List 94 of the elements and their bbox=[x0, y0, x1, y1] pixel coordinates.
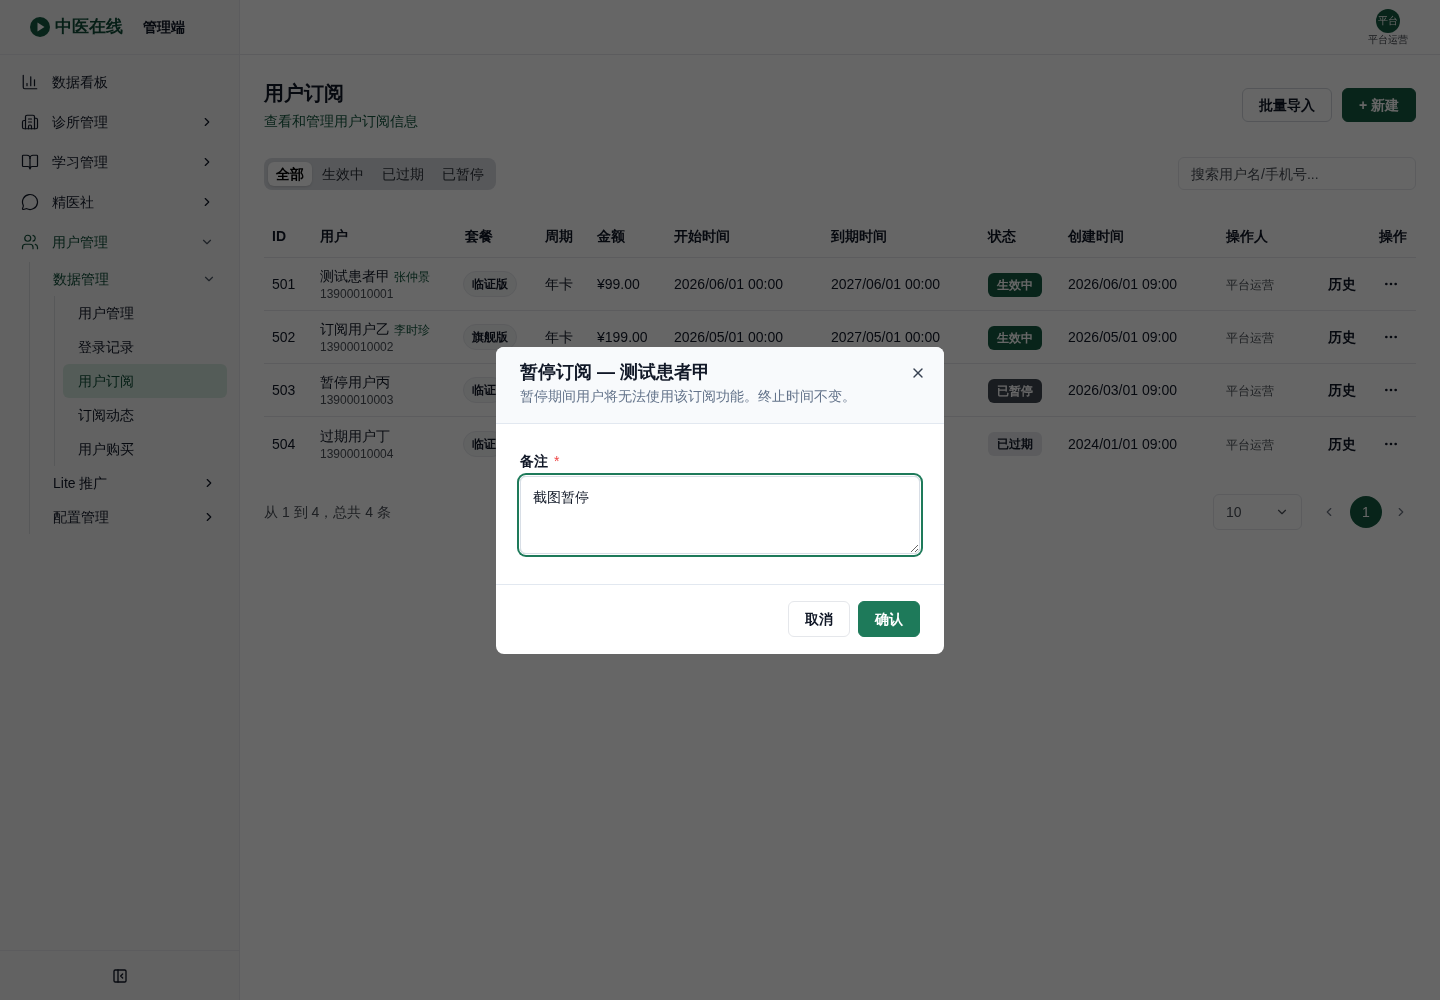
brand-tag: 管理端 bbox=[143, 17, 185, 37]
doctor-name: 李时珍 bbox=[394, 322, 430, 338]
confirm-button[interactable]: 确认 bbox=[858, 600, 920, 637]
brand-name: 中医在线 bbox=[55, 16, 123, 39]
table-cell: 年卡 bbox=[545, 329, 573, 345]
open-book-icon bbox=[21, 153, 39, 171]
phone-number: 13900010003 bbox=[320, 392, 394, 408]
pagination-summary: 从 1 到 4，总共 4 条 bbox=[264, 503, 391, 522]
panel-collapse-icon[interactable] bbox=[111, 967, 128, 984]
user-name: 暂停用户丙 bbox=[320, 373, 390, 392]
table-cell: 2027/06/01 00:00 bbox=[831, 276, 940, 292]
operator-name: 平台运营 bbox=[1226, 384, 1274, 398]
user-avatar[interactable]: 平台 bbox=[1376, 8, 1400, 33]
history-link[interactable]: 历史 bbox=[1328, 327, 1356, 347]
sidebar-item[interactable]: 用户管理 bbox=[63, 296, 227, 330]
page-title: 用户订阅 bbox=[264, 81, 345, 106]
sidebar-item[interactable]: 配置管理 bbox=[46, 500, 227, 534]
sidebar-item[interactable]: 用户购买 bbox=[63, 432, 227, 466]
column-header: 操作人 bbox=[1226, 227, 1268, 244]
sidebar-item[interactable]: 学习管理 bbox=[12, 142, 227, 182]
column-header: ID bbox=[272, 227, 286, 244]
column-header: 用户 bbox=[320, 227, 348, 244]
history-link[interactable]: 历史 bbox=[1328, 274, 1356, 294]
play-logo-icon bbox=[30, 17, 50, 37]
column-header: 套餐 bbox=[465, 227, 493, 244]
table-cell: 2026/03/01 09:00 bbox=[1068, 382, 1177, 398]
doctor-name: 张仲景 bbox=[394, 269, 430, 285]
status-badge: 已暂停 bbox=[988, 378, 1042, 403]
phone-number: 13900010004 bbox=[320, 445, 394, 462]
table-cell: 501 bbox=[272, 276, 296, 292]
sidebar-item[interactable]: 用户订阅 bbox=[63, 364, 227, 398]
sidebar-item[interactable]: 数据管理 bbox=[46, 262, 227, 296]
phone-number: 13900010002 bbox=[320, 339, 394, 355]
field-label: 备注 bbox=[520, 451, 548, 471]
sidebar-item[interactable]: 诊所管理 bbox=[12, 102, 227, 142]
status-badge: 已过期 bbox=[988, 432, 1042, 456]
users-icon bbox=[21, 233, 39, 251]
status-badge: 生效中 bbox=[988, 272, 1042, 297]
user-name: 订阅用户乙 bbox=[320, 320, 390, 339]
bar-chart-icon bbox=[21, 73, 39, 91]
history-link[interactable]: 历史 bbox=[1328, 433, 1356, 454]
table-cell: 年卡 bbox=[545, 276, 573, 292]
cancel-button[interactable]: 取消 bbox=[788, 600, 850, 637]
filter-tab[interactable]: 已过期 bbox=[374, 161, 432, 186]
table-cell: 2024/01/01 09:00 bbox=[1068, 435, 1177, 452]
operator-name: 平台运营 bbox=[1226, 437, 1274, 452]
dialog-description: 暂停期间用户将无法使用该订阅功能。终止时间不变。 bbox=[520, 386, 856, 406]
required-mark: * bbox=[554, 451, 560, 471]
chat-bubble-icon bbox=[21, 193, 39, 211]
sidebar-item[interactable]: Lite 推广 bbox=[46, 466, 227, 500]
table-cell: 504 bbox=[272, 435, 296, 452]
phone-number: 13900010001 bbox=[320, 286, 394, 302]
building-icon bbox=[21, 113, 39, 131]
status-badge: 生效中 bbox=[988, 325, 1042, 350]
user-name: 测试患者甲 bbox=[320, 267, 390, 286]
table-cell: 2026/05/01 00:00 bbox=[674, 329, 783, 345]
column-header: 状态 bbox=[988, 227, 1016, 244]
operator-name: 平台运营 bbox=[1226, 331, 1274, 345]
table-cell: 2026/05/01 09:00 bbox=[1068, 329, 1177, 345]
page-size-select[interactable]: 10 bbox=[1213, 494, 1302, 530]
table-cell: 2026/06/01 00:00 bbox=[674, 276, 783, 292]
table-cell: 502 bbox=[272, 329, 296, 345]
operator-name: 平台运营 bbox=[1226, 278, 1274, 292]
sidebar-item[interactable]: 精医社 bbox=[12, 182, 227, 222]
column-header: 周期 bbox=[545, 227, 573, 244]
column-header: 到期时间 bbox=[831, 227, 887, 244]
history-link[interactable]: 历史 bbox=[1328, 380, 1356, 400]
new-button[interactable]: + 新建 bbox=[1341, 88, 1416, 122]
sidebar-item[interactable]: 订阅动态 bbox=[63, 398, 227, 432]
table-cell: 503 bbox=[272, 382, 296, 398]
import-button[interactable]: 批量导入 bbox=[1241, 88, 1332, 122]
plan-badge: 旗舰版 bbox=[463, 324, 517, 350]
dialog-title: 暂停订阅 — 测试患者甲 bbox=[520, 360, 711, 384]
table-cell: ¥199.00 bbox=[597, 329, 648, 345]
table-cell: 2026/06/01 09:00 bbox=[1068, 276, 1177, 292]
page-subtitle: 查看和管理用户订阅信息 bbox=[264, 112, 418, 131]
table-cell: 2027/05/01 00:00 bbox=[831, 329, 940, 345]
filter-tab[interactable]: 生效中 bbox=[314, 161, 372, 186]
table-cell: ¥99.00 bbox=[597, 276, 640, 292]
filter-tab[interactable]: 全部 bbox=[268, 161, 312, 186]
sidebar-item[interactable]: 数据看板 bbox=[12, 62, 227, 102]
sidebar-item[interactable]: 用户管理 bbox=[12, 222, 227, 262]
column-header: 操作 bbox=[1379, 227, 1407, 244]
sidebar-item[interactable]: 登录记录 bbox=[63, 330, 227, 364]
plan-badge: 临证版 bbox=[463, 271, 517, 297]
user-name: 平台运营 bbox=[1368, 33, 1408, 46]
column-header: 金额 bbox=[597, 227, 625, 244]
remark-field[interactable]: 截图暂停 bbox=[520, 475, 920, 554]
page-button[interactable]: 1 bbox=[1350, 496, 1382, 528]
filter-tab[interactable]: 已暂停 bbox=[434, 161, 492, 186]
column-header: 开始时间 bbox=[674, 227, 730, 244]
search-field[interactable]: 搜索用户名/手机号... bbox=[1178, 157, 1416, 190]
column-header: 创建时间 bbox=[1068, 227, 1124, 244]
user-name: 过期用户丁 bbox=[320, 426, 390, 446]
